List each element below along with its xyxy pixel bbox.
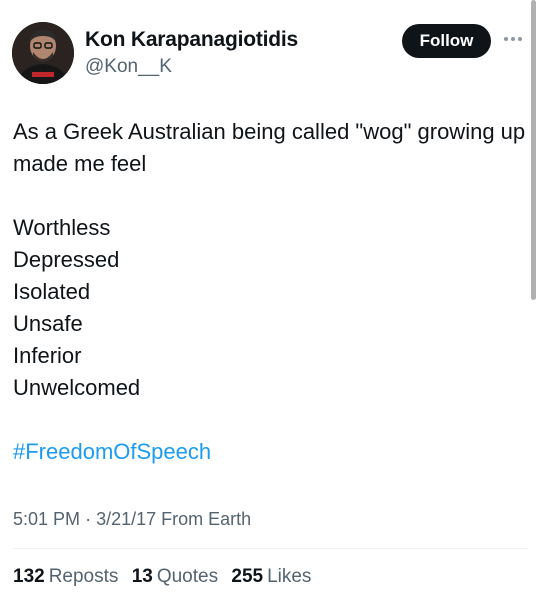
dot (518, 37, 522, 41)
list-item: Inferior (13, 343, 82, 368)
quotes-stat[interactable]: 13 Quotes (132, 566, 218, 587)
word-list: Worthless Depressed Isolated Unsafe Infe… (13, 212, 528, 404)
divider (13, 548, 528, 549)
tweet-time[interactable]: 5:01 PM (13, 509, 80, 529)
reposts-label: Reposts (48, 566, 119, 587)
engagement-stats: 132 Reposts 13 Quotes 255 Likes (13, 566, 319, 588)
author-display-name[interactable]: Kon Karapanagiotidis (85, 28, 298, 52)
likes-stat[interactable]: 255 Likes (231, 566, 311, 587)
follow-button[interactable]: Follow (402, 24, 491, 58)
list-item: Isolated (13, 279, 91, 304)
scrollbar[interactable] (531, 0, 536, 300)
list-item: Depressed (13, 247, 120, 272)
tweet-date[interactable]: 3/21/17 (96, 509, 156, 529)
dot (504, 37, 508, 41)
avatar-photo (12, 22, 74, 84)
quotes-count: 13 (131, 566, 153, 587)
list-item: Unsafe (13, 311, 83, 336)
meta-separator: · (85, 509, 92, 529)
tweet-text: As a Greek Australian being called "wog"… (13, 116, 528, 468)
tweet-intro: As a Greek Australian being called "wog"… (13, 119, 526, 176)
tweet-metadata: 5:01 PM · 3/21/17 From Earth (13, 509, 251, 530)
list-item: Worthless (13, 215, 111, 240)
likes-label: Likes (267, 566, 312, 587)
author-handle[interactable]: @Kon__K (85, 56, 172, 78)
tweet-source: From Earth (161, 509, 252, 529)
hashtag-link[interactable]: #FreedomOfSpeech (13, 439, 211, 464)
reposts-count: 132 (13, 566, 45, 587)
dot (511, 37, 515, 41)
more-options-icon[interactable] (500, 31, 526, 47)
avatar[interactable] (12, 22, 74, 84)
likes-count: 255 (231, 566, 264, 587)
list-item: Unwelcomed (13, 375, 141, 400)
tweet-card: Kon Karapanagiotidis @Kon__K Follow As a… (0, 0, 540, 602)
reposts-stat[interactable]: 132 Reposts (13, 566, 118, 587)
quotes-label: Quotes (156, 566, 219, 587)
